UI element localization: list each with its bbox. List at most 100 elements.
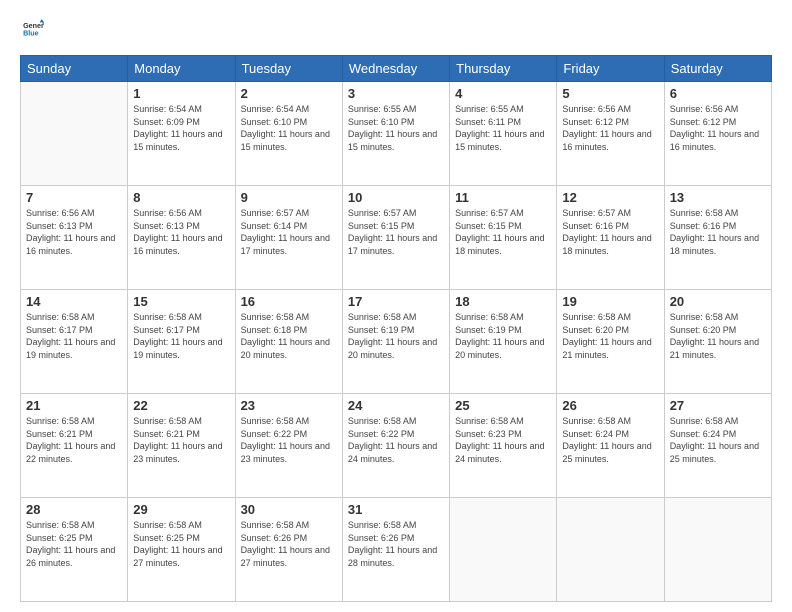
logo-icon: General Blue: [22, 18, 44, 40]
calendar-week-row: 1 Sunrise: 6:54 AMSunset: 6:09 PMDaylight…: [21, 82, 772, 186]
calendar-table: SundayMondayTuesdayWednesdayThursdayFrid…: [20, 55, 772, 602]
header: General Blue: [20, 18, 772, 45]
day-number: 4: [455, 86, 551, 101]
svg-text:Blue: Blue: [23, 30, 39, 38]
day-info: Sunrise: 6:58 AMSunset: 6:22 PMDaylight:…: [348, 415, 444, 465]
calendar-cell: 12 Sunrise: 6:57 AMSunset: 6:16 PMDayligh…: [557, 186, 664, 290]
day-info: Sunrise: 6:58 AMSunset: 6:21 PMDaylight:…: [26, 415, 122, 465]
day-info: Sunrise: 6:57 AMSunset: 6:15 PMDaylight:…: [455, 207, 551, 257]
weekday-header: Sunday: [21, 56, 128, 82]
day-info: Sunrise: 6:57 AMSunset: 6:14 PMDaylight:…: [241, 207, 337, 257]
calendar-cell: 15 Sunrise: 6:58 AMSunset: 6:17 PMDayligh…: [128, 290, 235, 394]
day-number: 5: [562, 86, 658, 101]
day-info: Sunrise: 6:54 AMSunset: 6:10 PMDaylight:…: [241, 103, 337, 153]
calendar-cell: 24Sunrise: 6:58 AMSunset: 6:22 PMDayligh…: [342, 394, 449, 498]
day-info: Sunrise: 6:58 AMSunset: 6:18 PMDaylight:…: [241, 311, 337, 361]
day-info: Sunrise: 6:58 AMSunset: 6:23 PMDaylight:…: [455, 415, 551, 465]
calendar-cell: 9 Sunrise: 6:57 AMSunset: 6:14 PMDaylight…: [235, 186, 342, 290]
calendar-cell: 28 Sunrise: 6:58 AMSunset: 6:25 PMDayligh…: [21, 498, 128, 602]
logo: General Blue: [20, 18, 44, 45]
calendar-cell: 7Sunrise: 6:56 AMSunset: 6:13 PMDaylight…: [21, 186, 128, 290]
day-number: 25: [455, 398, 551, 413]
weekday-header: Wednesday: [342, 56, 449, 82]
day-number: 19: [562, 294, 658, 309]
day-info: Sunrise: 6:58 AMSunset: 6:26 PMDaylight:…: [241, 519, 337, 569]
weekday-header: Friday: [557, 56, 664, 82]
calendar-cell: 21 Sunrise: 6:58 AMSunset: 6:21 PMDayligh…: [21, 394, 128, 498]
day-number: 30: [241, 502, 337, 517]
day-number: 2: [241, 86, 337, 101]
calendar-cell: 3 Sunrise: 6:55 AMSunset: 6:10 PMDaylight…: [342, 82, 449, 186]
calendar-cell: 23Sunrise: 6:58 AMSunset: 6:22 PMDayligh…: [235, 394, 342, 498]
page: General Blue SundayMondayTuesdayWednesda…: [0, 0, 792, 612]
day-number: 14: [26, 294, 122, 309]
day-number: 29: [133, 502, 229, 517]
calendar-cell: [664, 498, 771, 602]
day-info: Sunrise: 6:58 AMSunset: 6:21 PMDaylight:…: [133, 415, 229, 465]
day-info: Sunrise: 6:56 AMSunset: 6:13 PMDaylight:…: [26, 207, 122, 257]
day-number: 6: [670, 86, 766, 101]
day-number: 1: [133, 86, 229, 101]
day-number: 10: [348, 190, 444, 205]
calendar-cell: 29 Sunrise: 6:58 AMSunset: 6:25 PMDayligh…: [128, 498, 235, 602]
day-info: Sunrise: 6:58 AMSunset: 6:25 PMDaylight:…: [26, 519, 122, 569]
day-info: Sunrise: 6:58 AMSunset: 6:20 PMDaylight:…: [670, 311, 766, 361]
day-info: Sunrise: 6:58 AMSunset: 6:24 PMDaylight:…: [562, 415, 658, 465]
day-number: 15: [133, 294, 229, 309]
calendar-cell: [557, 498, 664, 602]
calendar-week-row: 28 Sunrise: 6:58 AMSunset: 6:25 PMDayligh…: [21, 498, 772, 602]
calendar-cell: 11 Sunrise: 6:57 AMSunset: 6:15 PMDayligh…: [450, 186, 557, 290]
calendar-cell: 18Sunrise: 6:58 AMSunset: 6:19 PMDayligh…: [450, 290, 557, 394]
day-number: 16: [241, 294, 337, 309]
day-number: 22: [133, 398, 229, 413]
weekday-header: Saturday: [664, 56, 771, 82]
day-info: Sunrise: 6:58 AMSunset: 6:19 PMDaylight:…: [455, 311, 551, 361]
day-info: Sunrise: 6:57 AMSunset: 6:16 PMDaylight:…: [562, 207, 658, 257]
calendar-cell: 19 Sunrise: 6:58 AMSunset: 6:20 PMDayligh…: [557, 290, 664, 394]
day-number: 31: [348, 502, 444, 517]
calendar-cell: 8 Sunrise: 6:56 AMSunset: 6:13 PMDaylight…: [128, 186, 235, 290]
calendar-cell: 5 Sunrise: 6:56 AMSunset: 6:12 PMDaylight…: [557, 82, 664, 186]
day-info: Sunrise: 6:55 AMSunset: 6:11 PMDaylight:…: [455, 103, 551, 153]
day-number: 9: [241, 190, 337, 205]
day-info: Sunrise: 6:58 AMSunset: 6:16 PMDaylight:…: [670, 207, 766, 257]
calendar-cell: 25 Sunrise: 6:58 AMSunset: 6:23 PMDayligh…: [450, 394, 557, 498]
calendar-week-row: 21 Sunrise: 6:58 AMSunset: 6:21 PMDayligh…: [21, 394, 772, 498]
day-number: 26: [562, 398, 658, 413]
day-info: Sunrise: 6:58 AMSunset: 6:20 PMDaylight:…: [562, 311, 658, 361]
day-number: 17: [348, 294, 444, 309]
day-info: Sunrise: 6:56 AMSunset: 6:12 PMDaylight:…: [562, 103, 658, 153]
day-number: 13: [670, 190, 766, 205]
calendar-cell: 4 Sunrise: 6:55 AMSunset: 6:11 PMDaylight…: [450, 82, 557, 186]
day-number: 28: [26, 502, 122, 517]
calendar-cell: [21, 82, 128, 186]
day-info: Sunrise: 6:55 AMSunset: 6:10 PMDaylight:…: [348, 103, 444, 153]
day-number: 11: [455, 190, 551, 205]
day-number: 21: [26, 398, 122, 413]
day-info: Sunrise: 6:58 AMSunset: 6:17 PMDaylight:…: [133, 311, 229, 361]
weekday-header-row: SundayMondayTuesdayWednesdayThursdayFrid…: [21, 56, 772, 82]
calendar-cell: 13 Sunrise: 6:58 AMSunset: 6:16 PMDayligh…: [664, 186, 771, 290]
calendar-cell: 14 Sunrise: 6:58 AMSunset: 6:17 PMDayligh…: [21, 290, 128, 394]
weekday-header: Monday: [128, 56, 235, 82]
day-number: 3: [348, 86, 444, 101]
calendar-cell: 26 Sunrise: 6:58 AMSunset: 6:24 PMDayligh…: [557, 394, 664, 498]
day-info: Sunrise: 6:58 AMSunset: 6:17 PMDaylight:…: [26, 311, 122, 361]
day-number: 8: [133, 190, 229, 205]
calendar-cell: 2 Sunrise: 6:54 AMSunset: 6:10 PMDaylight…: [235, 82, 342, 186]
day-info: Sunrise: 6:58 AMSunset: 6:25 PMDaylight:…: [133, 519, 229, 569]
calendar-cell: 30 Sunrise: 6:58 AMSunset: 6:26 PMDayligh…: [235, 498, 342, 602]
calendar-cell: 1 Sunrise: 6:54 AMSunset: 6:09 PMDaylight…: [128, 82, 235, 186]
calendar-cell: 22 Sunrise: 6:58 AMSunset: 6:21 PMDayligh…: [128, 394, 235, 498]
day-number: 12: [562, 190, 658, 205]
day-info: Sunrise: 6:57 AMSunset: 6:15 PMDaylight:…: [348, 207, 444, 257]
day-info: Sunrise: 6:58 AMSunset: 6:22 PMDaylight:…: [241, 415, 337, 465]
svg-text:General: General: [23, 22, 44, 30]
calendar-cell: 16 Sunrise: 6:58 AMSunset: 6:18 PMDayligh…: [235, 290, 342, 394]
calendar-cell: 6Sunrise: 6:56 AMSunset: 6:12 PMDaylight…: [664, 82, 771, 186]
day-info: Sunrise: 6:58 AMSunset: 6:19 PMDaylight:…: [348, 311, 444, 361]
day-info: Sunrise: 6:56 AMSunset: 6:13 PMDaylight:…: [133, 207, 229, 257]
weekday-header: Thursday: [450, 56, 557, 82]
day-info: Sunrise: 6:54 AMSunset: 6:09 PMDaylight:…: [133, 103, 229, 153]
calendar-week-row: 14 Sunrise: 6:58 AMSunset: 6:17 PMDayligh…: [21, 290, 772, 394]
